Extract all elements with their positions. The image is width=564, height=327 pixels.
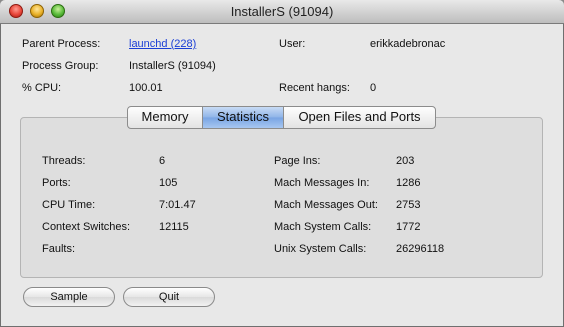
recent-hangs-value: 0 <box>370 82 377 94</box>
tab-statistics[interactable]: Statistics <box>202 107 283 128</box>
tab-open-files-and-ports[interactable]: Open Files and Ports <box>283 107 435 128</box>
parent-process-link[interactable]: launchd (228) <box>129 38 196 50</box>
quit-button[interactable]: Quit <box>123 287 215 307</box>
cpu-time-label: CPU Time: <box>42 199 96 211</box>
process-inspector-window: InstallerS (91094) Parent Process: launc… <box>0 0 564 327</box>
context-switches-value: 12115 <box>159 221 189 233</box>
cpu-label: % CPU: <box>22 82 62 94</box>
threads-value: 6 <box>159 155 166 167</box>
faults-label: Faults: <box>42 243 76 255</box>
tab-control: Memory Statistics Open Files and Ports <box>127 106 436 129</box>
mach-system-calls-value: 1772 <box>396 221 421 233</box>
user-value: erikkadebronac <box>370 38 446 50</box>
mach-messages-out-value: 2753 <box>396 199 421 211</box>
title-bar[interactable]: InstallerS (91094) <box>0 0 564 24</box>
mach-system-calls-label: Mach System Calls: <box>274 221 372 233</box>
context-switches-label: Context Switches: <box>42 221 131 233</box>
mach-messages-in-value: 1286 <box>396 177 421 189</box>
user-label: User: <box>279 38 306 50</box>
process-group-value: InstallerS (91094) <box>129 60 216 72</box>
parent-process-label: Parent Process: <box>22 38 101 50</box>
page-ins-label: Page Ins: <box>274 155 321 167</box>
tab-memory[interactable]: Memory <box>128 107 202 128</box>
cpu-time-value: 7:01.47 <box>159 199 196 211</box>
cpu-value: 100.01 <box>129 82 163 94</box>
recent-hangs-label: Recent hangs: <box>279 82 350 94</box>
page-ins-value: 203 <box>396 155 415 167</box>
mach-messages-in-label: Mach Messages In: <box>274 177 370 189</box>
window-title: InstallerS (91094) <box>230 4 334 19</box>
mach-messages-out-label: Mach Messages Out: <box>274 199 378 211</box>
unix-system-calls-value: 26296118 <box>396 243 445 255</box>
ports-value: 105 <box>159 177 178 189</box>
threads-label: Threads: <box>42 155 86 167</box>
unix-system-calls-label: Unix System Calls: <box>274 243 367 255</box>
sample-button[interactable]: Sample <box>23 287 115 307</box>
ports-label: Ports: <box>42 177 71 189</box>
process-group-label: Process Group: <box>22 60 99 72</box>
statistics-panel: Threads: 6 Ports: 105 CPU Time: 7:01.47 … <box>20 117 543 278</box>
